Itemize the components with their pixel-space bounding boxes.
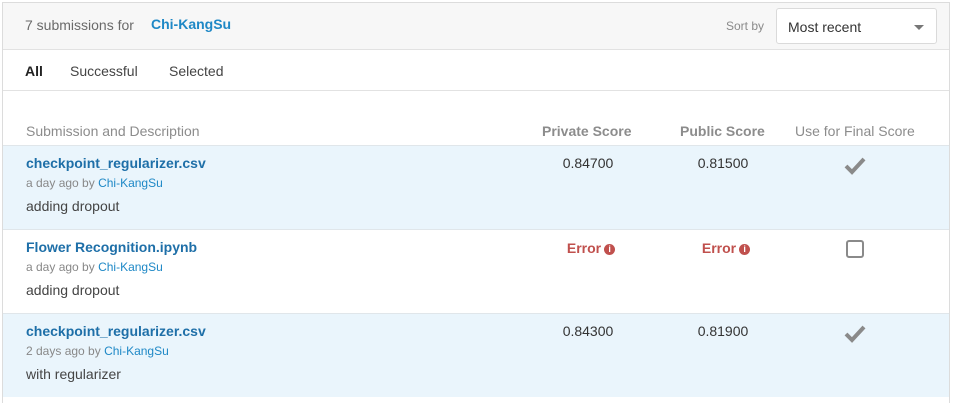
submission-time: a day ago by: [26, 176, 95, 190]
submission-file-link[interactable]: Flower Recognition.ipynb: [26, 239, 197, 255]
tab-successful[interactable]: Successful: [70, 63, 138, 79]
submission-time: a day ago by: [26, 260, 95, 274]
sort-label: Sort by: [726, 19, 765, 33]
tab-all[interactable]: All: [25, 63, 43, 79]
submission-file-link[interactable]: checkpoint_regularizer.csv: [26, 155, 206, 171]
private-score: 0.84300: [562, 323, 614, 339]
column-header-private-score: Private Score: [542, 123, 632, 139]
chevron-down-icon: [914, 25, 924, 30]
checkmark-icon[interactable]: [844, 323, 866, 345]
table-row: checkpoint_regularizer.csv a day ago by …: [3, 145, 949, 229]
submission-user-link[interactable]: Chi-KangSu: [98, 260, 163, 274]
public-score: 0.81500: [697, 155, 749, 171]
table-row: checkpoint_regularizer.csv 2 days ago by…: [3, 313, 949, 397]
submissions-panel: 7 submissions for Chi-KangSu Sort by Mos…: [2, 2, 950, 403]
table-row: Flower Recognition.ipynb a day ago by Ch…: [3, 229, 949, 313]
checkmark-icon[interactable]: [844, 155, 866, 177]
private-score: Error: [566, 240, 602, 256]
submission-count: 7 submissions for: [25, 17, 134, 33]
submission-meta: a day ago by Chi-KangSu: [26, 260, 163, 274]
sort-selected-value: Most recent: [788, 19, 862, 35]
submission-description: adding dropout: [26, 282, 120, 298]
column-header-final-score: Use for Final Score: [795, 123, 915, 139]
private-score: 0.84700: [562, 155, 614, 171]
submission-user-link[interactable]: Chi-KangSu: [104, 344, 169, 358]
submissions-header: 7 submissions for Chi-KangSu Sort by Mos…: [3, 3, 949, 50]
info-icon[interactable]: i: [739, 244, 751, 255]
public-score-error: Error i: [681, 240, 771, 256]
private-score-error: Error i: [546, 240, 636, 256]
public-score: 0.81900: [697, 323, 749, 339]
public-score: Error: [701, 240, 737, 256]
submission-file-link[interactable]: checkpoint_regularizer.csv: [26, 323, 206, 339]
filter-tabs: All Successful Selected: [3, 51, 949, 91]
info-icon[interactable]: i: [604, 244, 616, 255]
submission-user-link[interactable]: Chi-KangSu: [98, 176, 163, 190]
header-user-link[interactable]: Chi-KangSu: [151, 16, 231, 32]
column-header-public-score: Public Score: [680, 123, 765, 139]
submission-description: with regularizer: [26, 366, 121, 382]
tab-selected[interactable]: Selected: [169, 63, 223, 79]
sort-dropdown[interactable]: Most recent: [776, 8, 937, 44]
submission-meta: 2 days ago by Chi-KangSu: [26, 344, 169, 358]
submission-time: 2 days ago by: [26, 344, 101, 358]
column-header-submission: Submission and Description: [26, 123, 200, 139]
submission-description: adding dropout: [26, 198, 120, 214]
final-score-checkbox[interactable]: [846, 240, 864, 258]
submission-meta: a day ago by Chi-KangSu: [26, 176, 163, 190]
